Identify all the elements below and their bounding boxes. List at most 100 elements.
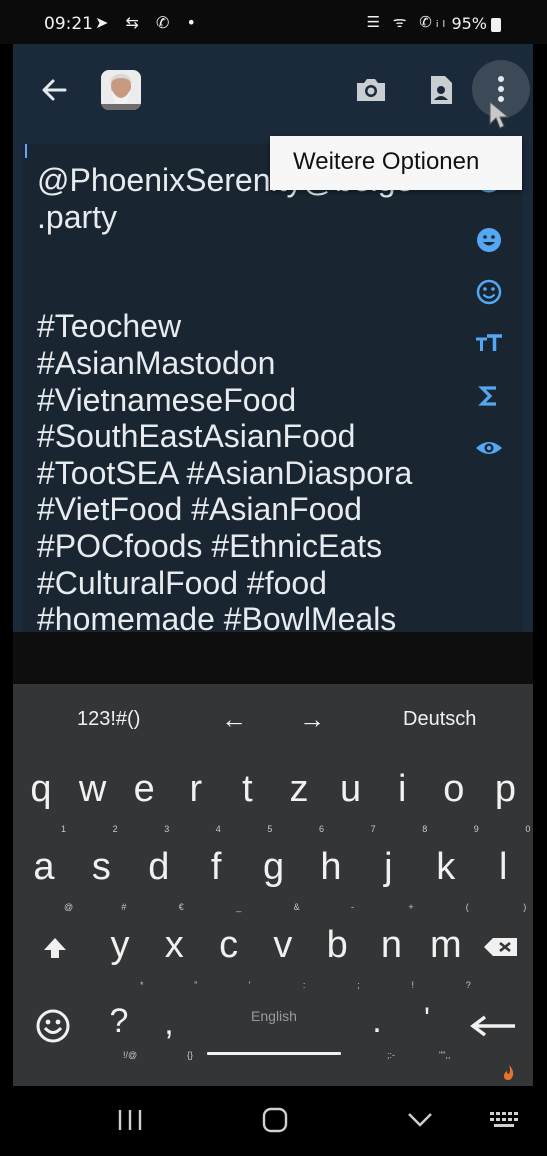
key-l[interactable]: l) — [477, 846, 529, 926]
key-letter: r — [189, 768, 203, 810]
key-s[interactable]: s # — [75, 846, 127, 926]
key-secondary: * — [140, 980, 144, 990]
cursor-right-key[interactable]: → — [299, 704, 325, 735]
backspace-icon — [484, 938, 517, 956]
key-letter: w — [78, 768, 107, 810]
key-secondary: 6 — [319, 824, 325, 834]
language-key[interactable]: Deutsch — [403, 708, 476, 731]
space-key[interactable]: English — [207, 996, 341, 1055]
key-r[interactable]: r4 — [170, 768, 222, 848]
system-nav-bar — [0, 1086, 547, 1156]
back-button[interactable] — [35, 72, 75, 108]
key-letter: z — [289, 768, 309, 810]
home-button[interactable] — [255, 1104, 295, 1136]
key-i[interactable]: i8 — [376, 768, 428, 848]
key-secondary: " — [194, 980, 198, 990]
avatar-photo — [101, 70, 141, 110]
question-key[interactable]: ? !/@ — [93, 1002, 145, 1082]
key-letter: l — [498, 846, 508, 888]
math-button[interactable] — [471, 378, 507, 414]
comma-key[interactable]: , {} — [143, 1002, 195, 1082]
compose-screen: @PhoenixSerenity@beige .party #Teochew #… — [13, 44, 533, 632]
period-key[interactable]: . ;:- — [351, 1002, 403, 1082]
key-secondary: - — [351, 902, 354, 912]
symbols-key[interactable]: 123!#() — [77, 708, 140, 731]
key-b[interactable]: b; — [311, 924, 363, 1004]
key-o[interactable]: o9 — [428, 768, 480, 848]
key-c[interactable]: c ' — [203, 924, 255, 1004]
key-k[interactable]: k( — [420, 846, 472, 926]
notification-icons: ➤ ⇆ ✆ • — [95, 13, 202, 32]
enter-arrow-icon — [470, 1015, 515, 1037]
keyboard-switch-button[interactable] — [486, 1104, 526, 1136]
key-secondary: 1 — [61, 824, 67, 834]
key-q[interactable]: q1 — [15, 768, 67, 848]
emoji-button[interactable] — [471, 222, 507, 258]
key-secondary: 7 — [370, 824, 376, 834]
key-letter: o — [443, 768, 465, 810]
key-d[interactable]: d € — [133, 846, 185, 926]
key-secondary: 9 — [473, 824, 479, 834]
key-j[interactable]: j + — [362, 846, 414, 926]
key-v[interactable]: v: — [257, 924, 309, 1004]
custom-emoji-button[interactable] — [471, 274, 507, 310]
key-letter: f — [210, 846, 222, 888]
pointer-arrow-icon — [489, 100, 510, 129]
smiley-icon — [36, 1009, 70, 1043]
key-letter: m — [429, 924, 462, 966]
key-letter: p — [494, 768, 516, 810]
key-secondary: ? — [465, 980, 471, 990]
post-editor[interactable]: @PhoenixSerenity@beige .party #Teochew #… — [23, 144, 523, 632]
preview-button[interactable] — [471, 430, 507, 466]
account-avatar[interactable] — [101, 70, 141, 110]
key-p[interactable]: p0 — [479, 768, 531, 848]
key-m[interactable]: m? — [420, 924, 472, 1004]
recent-apps-button[interactable] — [110, 1104, 150, 1136]
key-x[interactable]: x " — [148, 924, 200, 1004]
connectivity-icons: ☰ ᯤ ✆ᵢₗ — [366, 13, 449, 31]
key-h[interactable]: h- — [305, 846, 357, 926]
keyboard-spacer — [13, 632, 533, 684]
key-a[interactable]: a @ — [18, 846, 73, 926]
key-u[interactable]: u7 — [325, 768, 377, 848]
shift-key[interactable] — [35, 924, 87, 1004]
battery-icon — [491, 18, 501, 32]
key-t[interactable]: t5 — [221, 768, 273, 848]
key-secondary: + — [408, 902, 414, 912]
emoji-key[interactable] — [31, 1002, 83, 1082]
keyboard-icon — [490, 1112, 518, 1127]
key-e[interactable]: e3 — [118, 768, 170, 848]
hide-keyboard-button[interactable] — [400, 1104, 440, 1136]
key-y[interactable]: y * — [94, 924, 146, 1004]
key-secondary: ; — [357, 980, 360, 990]
backspace-key[interactable] — [479, 924, 531, 1004]
key-letter: n — [380, 924, 403, 966]
key-n[interactable]: n! — [366, 924, 418, 1004]
key-letter: h — [320, 846, 342, 888]
key-letter: a — [33, 846, 55, 888]
key-w[interactable]: w2 — [67, 768, 119, 848]
text-size-button[interactable] — [471, 326, 507, 362]
post-text[interactable]: @PhoenixSerenity@beige .party #Teochew #… — [37, 162, 437, 632]
camera-button[interactable] — [353, 72, 389, 108]
key-secondary: ( — [465, 902, 469, 912]
flame-icon — [501, 1064, 517, 1082]
key-secondary: ! — [411, 980, 415, 990]
key-g[interactable]: g & — [248, 846, 300, 926]
key-f[interactable]: f _ — [190, 846, 242, 926]
emoji-outline-icon — [476, 279, 502, 305]
contact-button[interactable] — [423, 72, 459, 108]
apostrophe-key[interactable]: ' "",, — [401, 1002, 453, 1082]
key-secondary: : — [302, 980, 306, 990]
emoji-filled-icon — [477, 228, 501, 252]
cursor-left-key[interactable]: ← — [221, 704, 247, 735]
eye-icon — [476, 442, 502, 454]
key-secondary: 8 — [422, 824, 428, 834]
text-cursor — [25, 144, 27, 158]
key-secondary: & — [293, 902, 300, 912]
key-letter: g — [263, 846, 285, 888]
key-letter: i — [397, 768, 407, 810]
recents-icon — [118, 1110, 142, 1130]
key-z[interactable]: z6 — [273, 768, 325, 848]
status-time: 09:21 — [44, 14, 93, 34]
